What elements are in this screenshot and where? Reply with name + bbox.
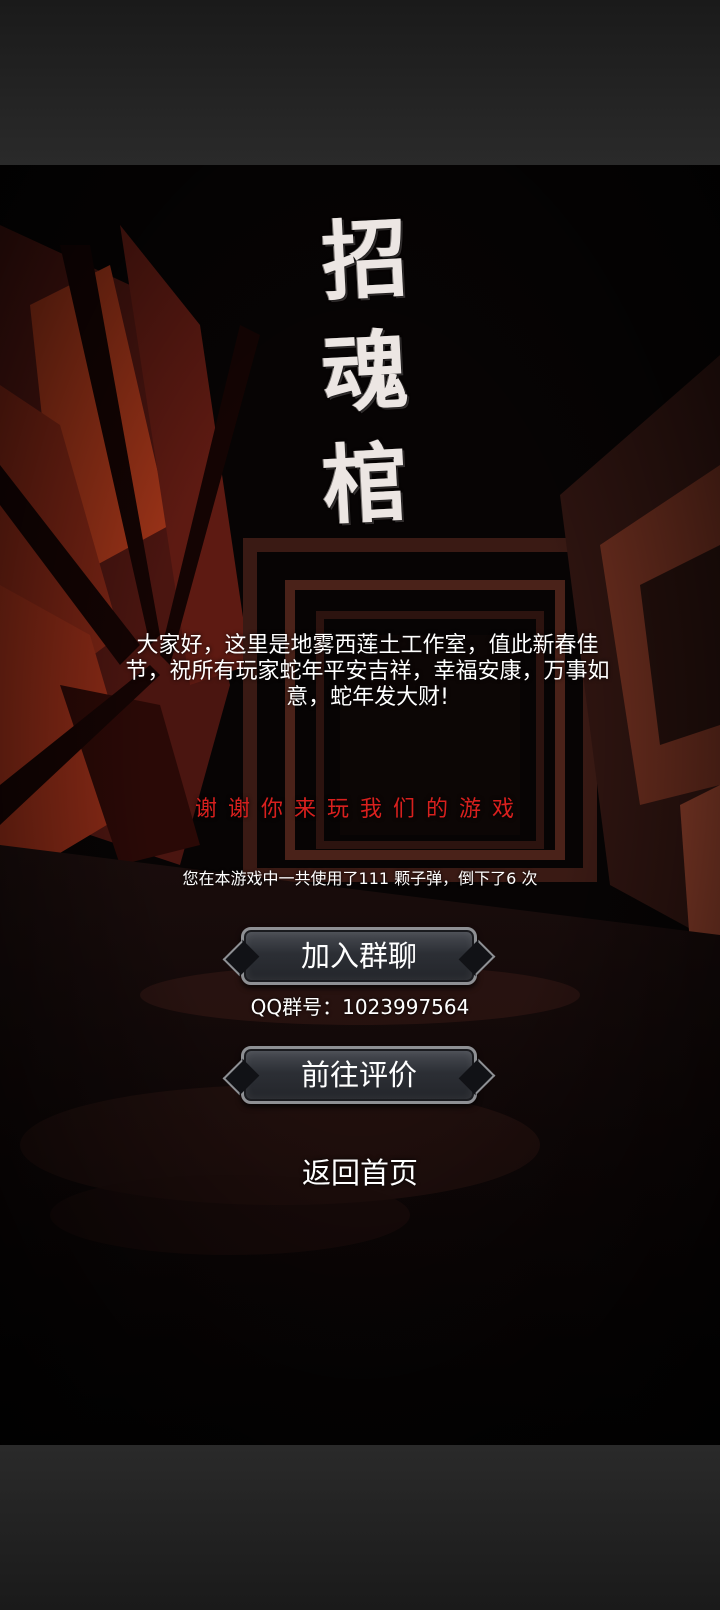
game-title-logo: 招 魂 棺 [300,205,430,541]
greeting-message: 大家好，这里是地雾西莲土工作室，值此新春佳节，祝所有玩家蛇年平安吉祥，幸福安康，… [125,633,610,710]
qq-group-number: QQ群号：1023997564 [250,995,470,1019]
title-char-2: 魂 [319,319,411,426]
game-screen: 招 魂 棺 大家好，这里是地雾西莲土工作室，值此新春佳节，祝所有玩家蛇年平安吉祥… [0,0,720,1610]
title-char-3: 棺 [319,431,411,538]
thanks-message: 谢谢你来玩我们的游戏 [194,797,525,822]
ending-scene: 招 魂 棺 大家好，这里是地雾西莲土工作室，值此新春佳节，祝所有玩家蛇年平安吉祥… [0,165,720,1445]
rate-button[interactable]: 前往评价 [241,1046,477,1104]
letterbox-top [0,0,720,165]
title-char-1: 招 [319,207,411,314]
join-group-button[interactable]: 加入群聊 [241,927,477,985]
letterbox-bottom [0,1445,720,1610]
play-stats: 您在本游戏中一共使用了111 颗子弹，倒下了6 次 [182,869,538,888]
return-home-button[interactable]: 返回首页 [260,1150,460,1192]
